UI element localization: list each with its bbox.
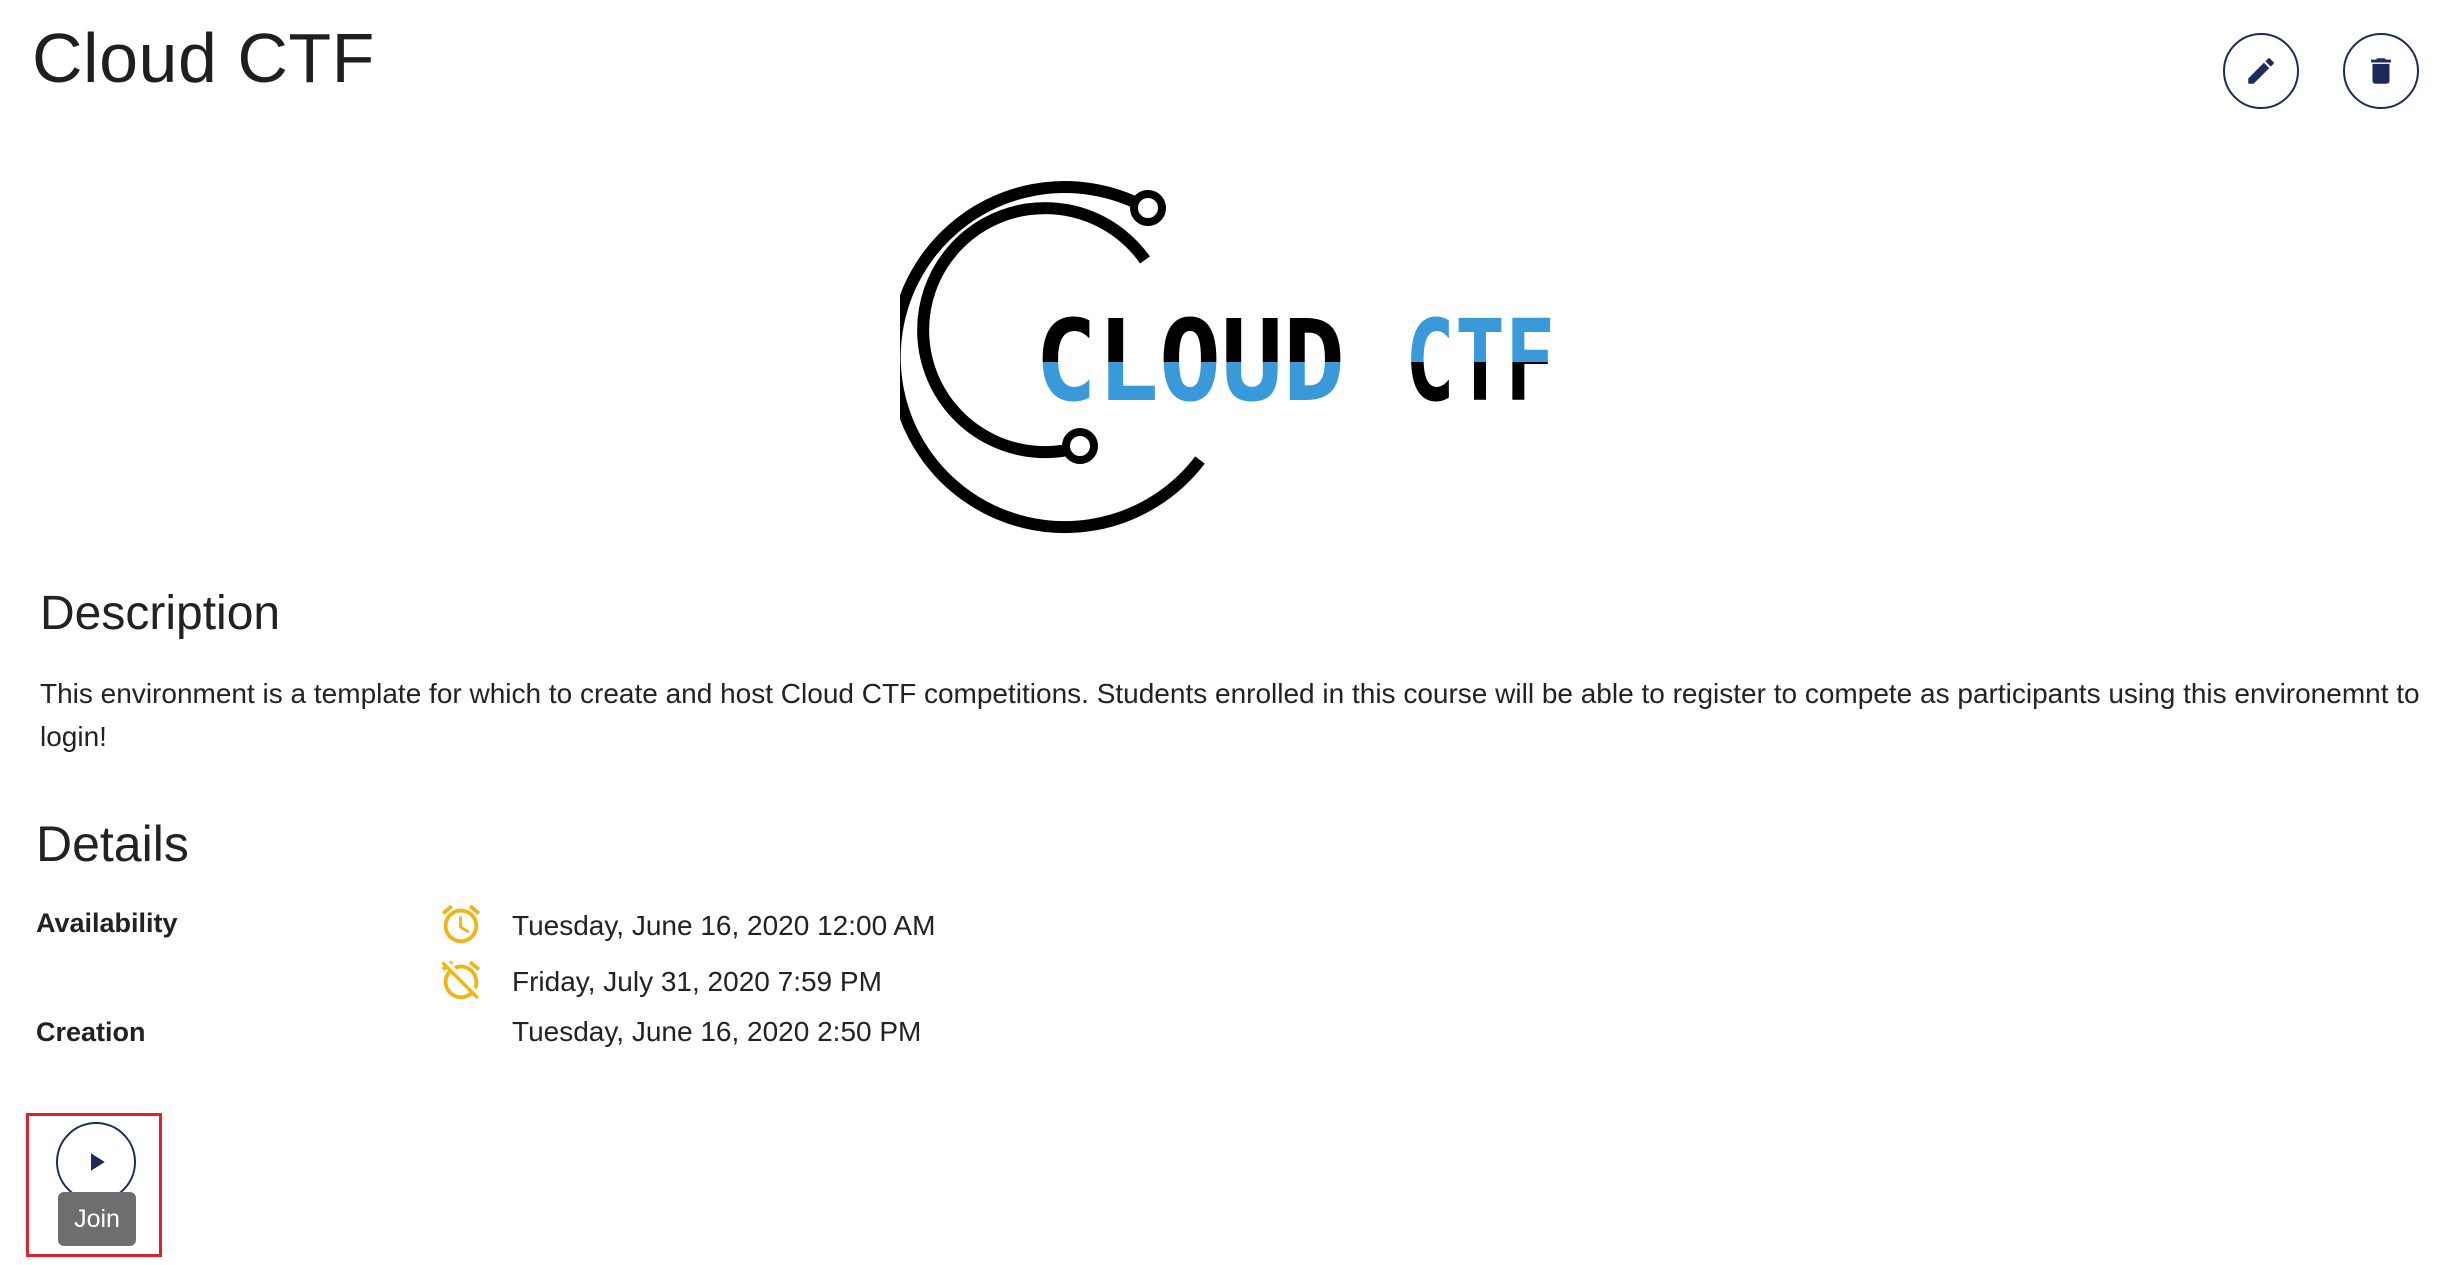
edit-button[interactable] [2223,33,2299,109]
availability-label: Availability [36,908,178,938]
play-icon [91,1153,105,1171]
description-text: This environment is a template for which… [40,678,2420,752]
cloud-ctf-logo: CLOUD CTF [900,181,1555,533]
trash-icon [2371,58,2391,84]
join-tooltip: Join [58,1192,136,1246]
description-heading: Description [40,587,281,640]
logo-node-top [1130,190,1166,226]
availability-start: Tuesday, June 16, 2020 12:00 AM [512,910,936,941]
creation-label: Creation [36,1017,146,1047]
delete-button[interactable] [2343,33,2419,109]
details-heading: Details [36,816,189,872]
alarm-off-icon [441,960,481,1000]
page-title: Cloud CTF [32,19,375,97]
join-button[interactable] [56,1122,136,1202]
pencil-icon [2248,58,2274,84]
availability-end: Friday, July 31, 2020 7:59 PM [512,966,882,997]
logo-text-cloud: CLOUD [1035,297,1345,427]
alarm-icon [441,904,481,944]
logo-node-bottom [1062,428,1098,464]
logo-text-ctf: CTF [1405,297,1555,427]
creation-value: Tuesday, June 16, 2020 2:50 PM [512,1016,922,1047]
